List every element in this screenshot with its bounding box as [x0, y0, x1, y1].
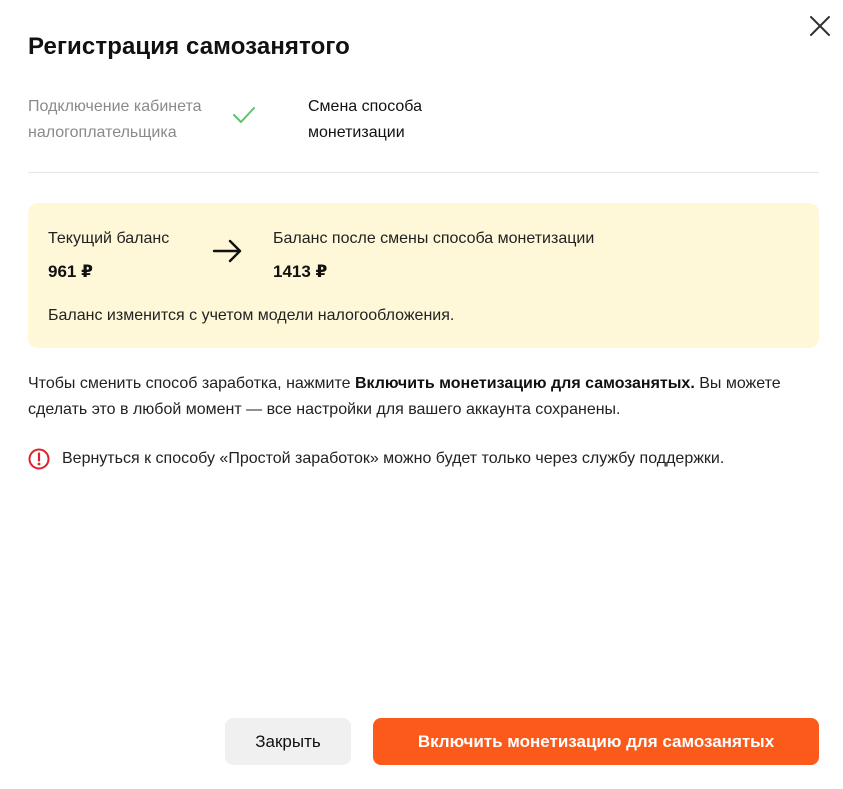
close-button[interactable]: Закрыть [225, 718, 351, 765]
close-icon[interactable] [806, 12, 834, 40]
checkmark-icon [231, 104, 257, 126]
alert-circle-icon [28, 448, 50, 470]
current-balance-value: 961 ₽ [48, 262, 93, 281]
step-connect-cabinet: Подключение кабинета налогоплательщика [28, 94, 228, 146]
step-label-line2: монетизации [308, 124, 405, 141]
step-label-line2: налогоплательщика [28, 124, 177, 141]
step-label-line1: Смена способа [308, 98, 422, 115]
new-balance-label: Баланс после смены способа монетизации [273, 230, 595, 247]
info-text-before: Чтобы сменить способ заработка, нажмите [28, 375, 355, 392]
enable-monetization-button[interactable]: Включить монетизацию для самозанятых [373, 718, 819, 765]
stepper: Подключение кабинета налогоплательщика С… [28, 94, 819, 144]
warning-text: Вернуться к способу «Простой заработок» … [62, 450, 725, 467]
arrow-right-icon [212, 237, 244, 265]
info-text-bold: Включить монетизацию для самозанятых. [354, 375, 695, 392]
current-balance-label: Текущий баланс [48, 230, 170, 247]
dialog-title: Регистрация самозанятого [28, 33, 350, 60]
step-label-line1: Подключение кабинета [28, 98, 202, 115]
divider [28, 172, 819, 173]
warning-message: Вернуться к способу «Простой заработок» … [28, 446, 724, 472]
self-employed-registration-dialog: Регистрация самозанятого Подключение каб… [0, 0, 843, 789]
balance-card: Текущий баланс 961 ₽ Баланс после смены … [28, 203, 819, 348]
step-change-monetization: Смена способа монетизации [308, 94, 508, 146]
info-text: Чтобы сменить способ заработка, нажмите … [28, 371, 798, 423]
balance-note: Баланс изменится с учетом модели налогоо… [48, 307, 455, 324]
new-balance-value: 1413 ₽ [273, 262, 328, 281]
